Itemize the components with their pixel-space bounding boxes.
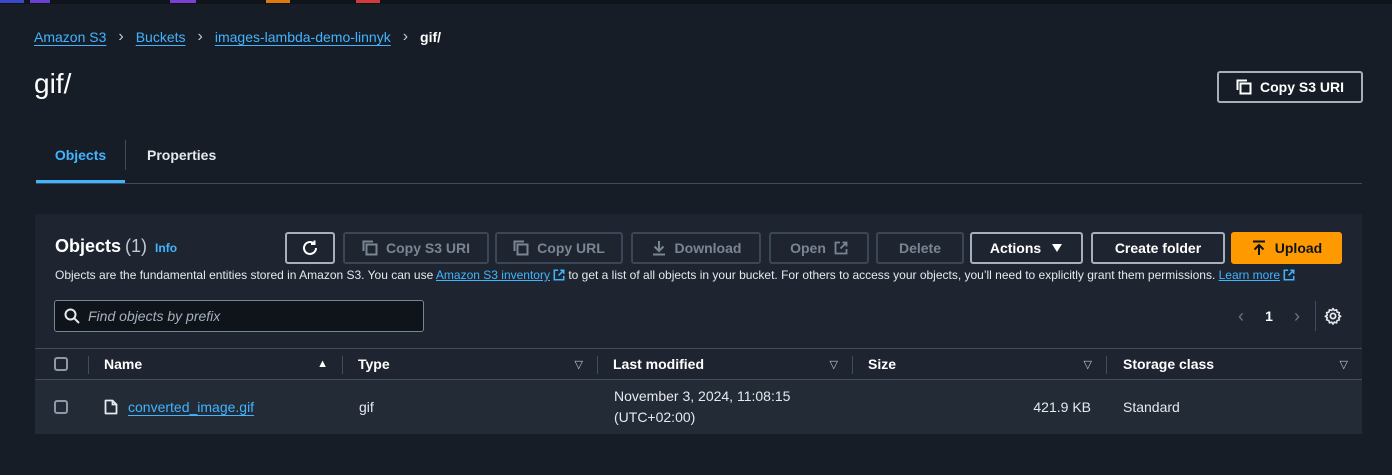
copy-icon xyxy=(513,240,529,256)
objects-heading-title: Objects xyxy=(55,236,122,256)
file-icon xyxy=(104,399,118,415)
breadcrumb-amazon-s3[interactable]: Amazon S3 xyxy=(34,29,106,45)
copy-url-button[interactable]: Copy URL xyxy=(495,232,623,264)
table-header: Name ▲ Type ▽ Last modified ▽ Size ▽ Sto… xyxy=(35,348,1362,380)
objects-description: Objects are the fundamental entities sto… xyxy=(55,268,1295,282)
column-header-type[interactable]: Type ▽ xyxy=(358,349,597,379)
sort-down-icon: ▽ xyxy=(1339,358,1348,371)
column-separator xyxy=(852,356,853,374)
cell-name: converted_image.gif xyxy=(104,380,254,434)
previous-page-icon[interactable]: ‹ xyxy=(1229,306,1253,327)
upload-button[interactable]: Upload xyxy=(1231,232,1342,264)
create-folder-label: Create folder xyxy=(1114,240,1202,256)
column-header-last-modified[interactable]: Last modified ▽ xyxy=(613,349,852,379)
cell-size: 421.9 KB xyxy=(1033,399,1091,415)
cell-last-modified: November 3, 2024, 11:08:15 (UTC+02:00) xyxy=(614,380,790,434)
select-all-checkbox[interactable] xyxy=(54,357,68,371)
breadcrumb: Amazon S3 › Buckets › images-lambda-demo… xyxy=(34,27,441,47)
tab-properties[interactable]: Properties xyxy=(147,140,216,183)
column-header-last-modified-label: Last modified xyxy=(613,356,705,372)
open-label: Open xyxy=(790,240,826,256)
external-link-icon xyxy=(1283,269,1295,281)
download-label: Download xyxy=(674,240,742,256)
tabs: Objects Properties xyxy=(36,140,1362,184)
actions-dropdown-button[interactable]: Actions xyxy=(970,232,1083,264)
caret-down-icon xyxy=(1052,244,1063,252)
refresh-icon xyxy=(303,240,317,255)
column-header-type-label: Type xyxy=(358,356,390,372)
breadcrumb-separator-icon: › xyxy=(197,28,203,45)
breadcrumb-bucket-name[interactable]: images-lambda-demo-linnyk xyxy=(215,29,391,45)
current-page[interactable]: 1 xyxy=(1253,308,1285,324)
download-button[interactable]: Download xyxy=(631,232,761,264)
last-modified-timezone: (UTC+02:00) xyxy=(614,409,696,425)
column-separator xyxy=(88,356,89,374)
breadcrumb-separator-icon: › xyxy=(402,28,409,45)
sort-ascending-icon: ▲ xyxy=(317,358,328,370)
sort-down-icon: ▽ xyxy=(1083,358,1092,371)
toolbar-copy-s3-uri-button[interactable]: Copy S3 URI xyxy=(343,232,489,264)
toolbar-copy-s3-uri-label: Copy S3 URI xyxy=(385,240,470,256)
search-box xyxy=(54,300,424,332)
s3-inventory-link[interactable]: Amazon S3 inventory xyxy=(436,268,550,282)
browser-top-strip xyxy=(0,0,1392,4)
next-page-icon[interactable]: › xyxy=(1285,306,1309,327)
last-modified-date: November 3, 2024, 11:08:15 xyxy=(614,388,791,404)
pagination: ‹ 1 › xyxy=(1229,300,1342,332)
upload-icon xyxy=(1252,240,1265,255)
column-separator xyxy=(1106,356,1107,374)
description-text-1: Objects are the fundamental entities sto… xyxy=(55,268,436,282)
delete-label: Delete xyxy=(898,240,942,256)
tab-divider xyxy=(125,140,126,170)
column-header-name-label: Name xyxy=(104,356,143,372)
sort-down-icon: ▽ xyxy=(829,358,838,371)
tab-objects[interactable]: Objects xyxy=(36,140,125,183)
pagination-divider xyxy=(1315,301,1316,331)
external-link-icon xyxy=(834,241,848,255)
column-separator xyxy=(597,356,598,374)
refresh-button[interactable] xyxy=(285,232,335,264)
description-text-2: to get a list of all objects in your buc… xyxy=(564,268,1219,282)
page-title: gif/ xyxy=(34,68,72,99)
open-button[interactable]: Open xyxy=(769,232,869,264)
objects-heading: Objects (1) Info xyxy=(55,236,177,257)
breadcrumb-buckets[interactable]: Buckets xyxy=(136,29,186,45)
objects-count: (1) xyxy=(125,236,148,256)
settings-gear-icon[interactable] xyxy=(1324,307,1342,325)
create-folder-button[interactable]: Create folder xyxy=(1091,232,1225,264)
row-checkbox[interactable] xyxy=(54,400,68,414)
table-row: converted_image.gif gif November 3, 2024… xyxy=(35,380,1362,434)
actions-label: Actions xyxy=(989,240,1042,256)
breadcrumb-separator-icon: › xyxy=(118,28,124,45)
column-header-size[interactable]: Size ▽ xyxy=(868,349,1106,379)
search-icon xyxy=(64,308,80,324)
copy-url-label: Copy URL xyxy=(537,240,605,256)
cell-type: gif xyxy=(359,399,374,415)
copy-icon xyxy=(1236,79,1252,95)
column-header-storage-class[interactable]: Storage class ▽ xyxy=(1123,349,1362,379)
copy-s3-uri-label: Copy S3 URI xyxy=(1259,79,1344,95)
column-header-storage-class-label: Storage class xyxy=(1123,356,1215,372)
delete-button[interactable]: Delete xyxy=(876,232,964,264)
column-separator xyxy=(342,356,343,374)
upload-label: Upload xyxy=(1274,240,1323,256)
copy-s3-uri-button[interactable]: Copy S3 URI xyxy=(1217,71,1363,103)
download-icon xyxy=(652,241,665,256)
column-header-size-label: Size xyxy=(868,356,897,372)
breadcrumb-current: gif/ xyxy=(420,29,442,45)
search-input[interactable] xyxy=(88,308,388,324)
sort-down-icon: ▽ xyxy=(574,358,583,371)
learn-more-link[interactable]: Learn more xyxy=(1219,268,1280,282)
copy-icon xyxy=(362,240,378,256)
info-link[interactable]: Info xyxy=(155,241,177,255)
external-link-icon xyxy=(553,269,565,281)
column-header-name[interactable]: Name ▲ xyxy=(104,349,342,379)
objects-panel: Objects (1) Info Copy S3 URI Copy URL Do… xyxy=(35,214,1362,434)
cell-storage-class: Standard xyxy=(1123,399,1180,415)
object-name-link[interactable]: converted_image.gif xyxy=(128,399,254,415)
